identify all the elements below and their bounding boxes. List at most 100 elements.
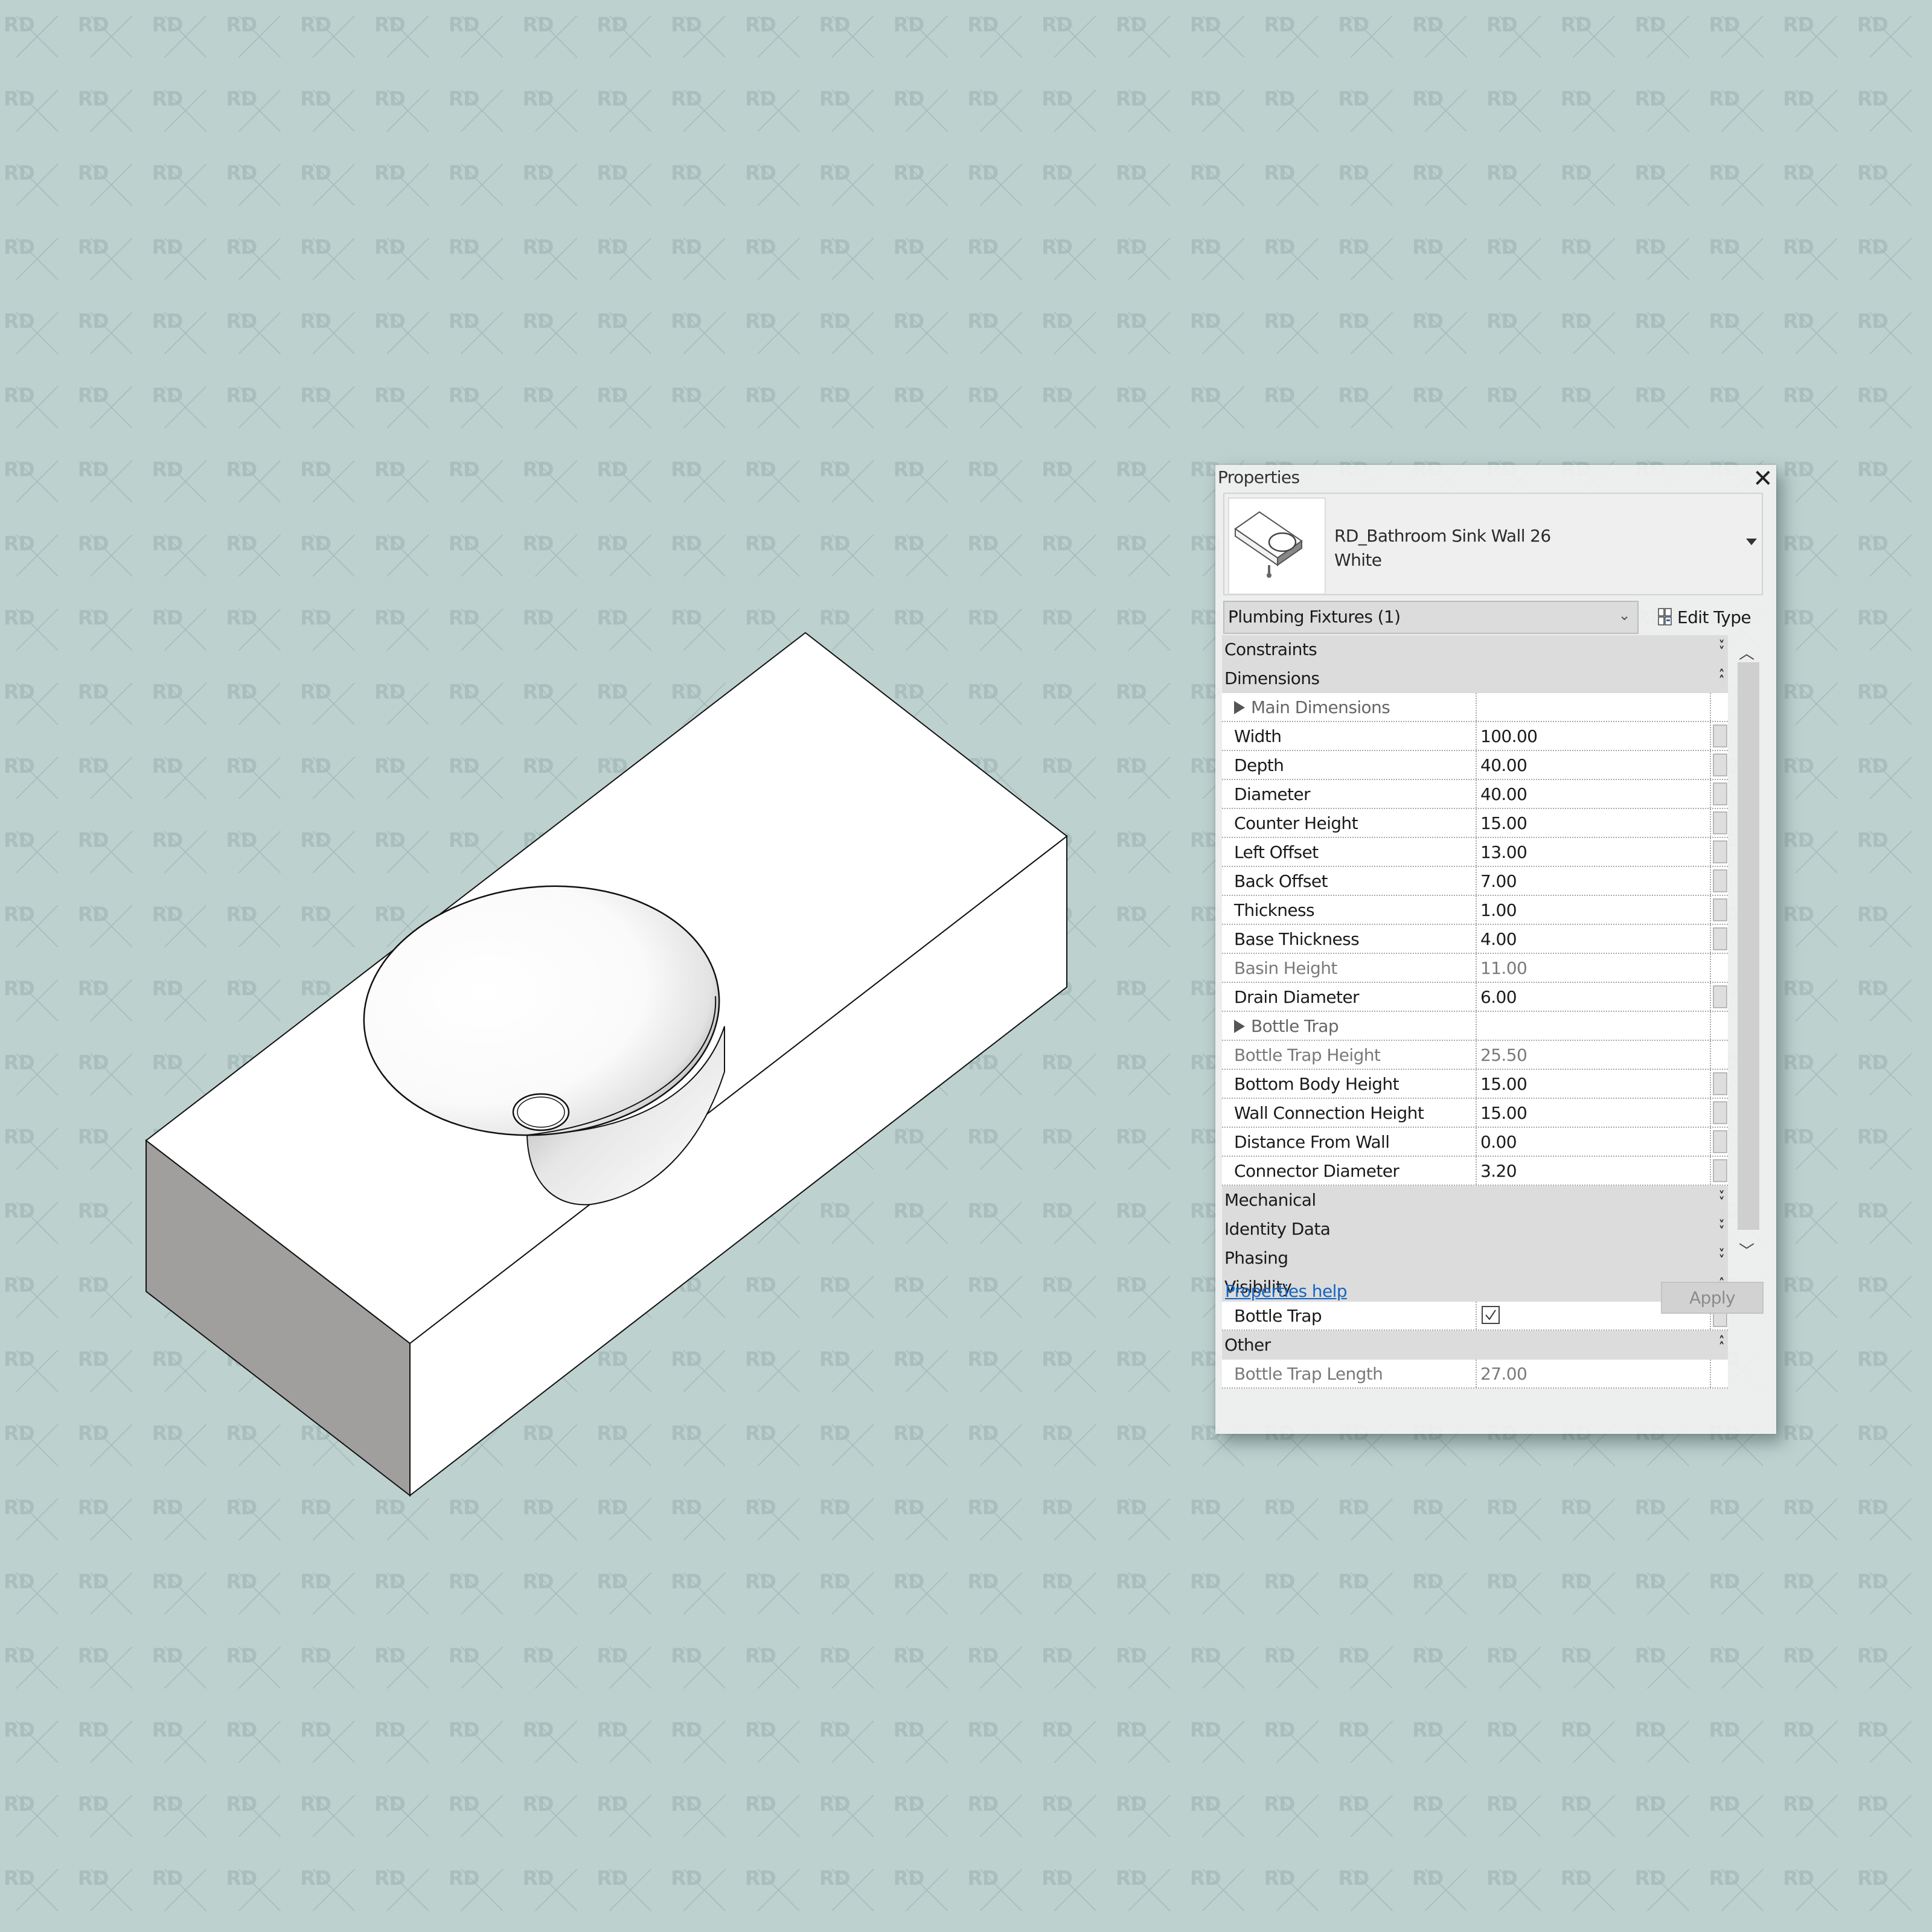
property-name: Thickness [1234, 900, 1315, 920]
scroll-down-icon[interactable]: ﹀ [1739, 1239, 1754, 1261]
property-value: 3.20 [1480, 1161, 1517, 1181]
group-label: Phasing [1224, 1248, 1288, 1268]
property-value: 40.00 [1480, 784, 1527, 804]
property-name-cell: Width [1222, 722, 1477, 750]
property-name-cell: Bottle Trap Height [1222, 1041, 1477, 1069]
property-name: Depth [1234, 755, 1284, 775]
scroll-up-icon[interactable]: ︿ [1739, 641, 1754, 664]
property-row: Thickness 1.00 [1222, 896, 1728, 925]
associate-parameter-button[interactable] [1713, 898, 1727, 921]
property-value: 40.00 [1480, 755, 1527, 775]
associate-parameter-button[interactable] [1713, 840, 1727, 863]
property-name-cell: Connector Diameter [1222, 1157, 1477, 1185]
group-dimensions[interactable]: Dimensions ˄ ˄ [1222, 664, 1728, 693]
property-value-cell: 25.50 [1478, 1041, 1724, 1069]
group-constraints[interactable]: Constraints ˅ ˅ [1222, 635, 1728, 664]
group-mechanical[interactable]: Mechanical ˅ ˅ [1222, 1186, 1728, 1215]
property-value: 0.00 [1480, 1132, 1517, 1152]
sink-model[interactable] [145, 632, 1068, 1497]
property-value-cell[interactable]: 13.00 [1478, 838, 1724, 866]
property-value-cell[interactable]: 6.00 [1478, 983, 1724, 1011]
associate-parameter-button[interactable] [1713, 1072, 1727, 1095]
property-value-cell: 11.00 [1478, 954, 1724, 982]
subgroup-label: Bottle Trap [1251, 1016, 1339, 1036]
edit-type-label: Edit Type [1677, 607, 1751, 627]
associate-parameter-button[interactable] [1713, 927, 1727, 950]
chevron-down-icon: ⌄ [1618, 607, 1630, 624]
expand-icon[interactable]: ˅ ˅ [1719, 1219, 1725, 1237]
type-name-line2: White [1334, 550, 1382, 570]
property-name-cell: Distance From Wall [1222, 1128, 1477, 1156]
associate-parameter-cell [1710, 838, 1728, 866]
associate-parameter-button[interactable] [1713, 1159, 1727, 1182]
expand-icon[interactable]: ˅ ˅ [1719, 639, 1725, 657]
type-name: RD_Bathroom Sink Wall 26 White [1334, 524, 1551, 572]
expand-triangle-icon[interactable] [1234, 701, 1245, 714]
property-value: 15.00 [1480, 1074, 1527, 1094]
properties-help-link[interactable]: Properties help [1225, 1281, 1348, 1301]
property-value: 13.00 [1480, 842, 1527, 862]
filter-value: Plumbing Fixtures (1) [1228, 607, 1401, 627]
property-value-cell[interactable]: 15.00 [1478, 809, 1724, 837]
associate-parameter-cell [1710, 780, 1728, 808]
property-name-cell: Base Thickness [1222, 925, 1477, 953]
property-value: 25.50 [1480, 1045, 1527, 1065]
subgroup-row[interactable]: Main Dimensions [1222, 693, 1728, 722]
property-name: Bottle Trap Length [1234, 1364, 1383, 1384]
caret-down-icon[interactable] [1746, 539, 1757, 545]
expand-triangle-icon[interactable] [1234, 1020, 1245, 1033]
property-value-cell[interactable]: 40.00 [1478, 780, 1724, 808]
property-value-cell[interactable]: 3.20 [1478, 1157, 1724, 1185]
associate-parameter-button[interactable] [1713, 811, 1727, 834]
property-row: Left Offset 13.00 [1222, 838, 1728, 867]
type-name-line1: RD_Bathroom Sink Wall 26 [1334, 526, 1551, 546]
group-label: Other [1224, 1335, 1271, 1355]
associate-parameter-button[interactable] [1713, 1101, 1727, 1124]
group-identity-data[interactable]: Identity Data ˅ ˅ [1222, 1215, 1728, 1244]
type-selector[interactable]: RD_Bathroom Sink Wall 26 White [1223, 493, 1763, 595]
collapse-icon[interactable]: ˄˄ [1719, 1335, 1725, 1353]
panel-scrollbar[interactable]: ︿ ﹀ [1730, 635, 1763, 1261]
group-other[interactable]: Other ˄ ˄ [1222, 1331, 1728, 1360]
property-value-cell[interactable]: 4.00 [1478, 925, 1724, 953]
property-value-cell[interactable]: 7.00 [1478, 867, 1724, 895]
property-name-cell: Wall Connection Height [1222, 1099, 1477, 1127]
property-value-cell[interactable]: 0.00 [1478, 1128, 1724, 1156]
associate-parameter-cell [1710, 1070, 1728, 1098]
group-label: Dimensions [1224, 668, 1320, 688]
collapse-icon[interactable]: ˄˄ [1719, 668, 1725, 686]
associate-parameter-button[interactable] [1713, 869, 1727, 892]
associate-parameter-button[interactable] [1713, 1130, 1727, 1153]
property-value: 1.00 [1480, 900, 1517, 920]
property-row: Basin Height 11.00 [1222, 954, 1728, 983]
instance-filter-dropdown[interactable]: Plumbing Fixtures (1) ⌄ [1223, 601, 1639, 634]
associate-parameter-button[interactable] [1713, 753, 1727, 776]
associate-parameter-button[interactable] [1713, 724, 1727, 747]
edit-type-button[interactable]: Edit Type [1658, 602, 1751, 632]
property-value: 11.00 [1480, 958, 1527, 978]
subgroup-row[interactable]: Bottle Trap [1222, 1012, 1728, 1041]
group-phasing[interactable]: Phasing ˅ ˅ [1222, 1244, 1728, 1273]
property-row: Depth 40.00 [1222, 751, 1728, 780]
associate-parameter-cell [1710, 1360, 1728, 1387]
expand-icon[interactable]: ˅ ˅ [1719, 1190, 1725, 1208]
scrollbar-thumb[interactable] [1738, 662, 1759, 1230]
property-name-cell: Depth [1222, 751, 1477, 779]
property-value: 7.00 [1480, 871, 1517, 891]
property-row: Bottom Body Height 15.00 [1222, 1070, 1728, 1099]
property-name-cell: Diameter [1222, 780, 1477, 808]
associate-parameter-button[interactable] [1713, 782, 1727, 805]
property-value-cell[interactable]: 15.00 [1478, 1099, 1724, 1127]
expand-icon[interactable]: ˅ ˅ [1719, 1248, 1725, 1266]
property-value-cell[interactable]: 15.00 [1478, 1070, 1724, 1098]
associate-parameter-cell [1710, 693, 1728, 721]
close-icon[interactable]: ✕ [1753, 465, 1773, 493]
property-value-cell[interactable]: 40.00 [1478, 751, 1724, 779]
checkbox[interactable] [1482, 1306, 1500, 1324]
associate-parameter-cell [1710, 809, 1728, 837]
property-value-cell[interactable]: 100.00 [1478, 722, 1724, 750]
associate-parameter-button[interactable] [1713, 985, 1727, 1008]
property-value-cell[interactable]: 1.00 [1478, 896, 1724, 924]
apply-button[interactable]: Apply [1661, 1282, 1764, 1314]
property-name-cell: Bottom Body Height [1222, 1070, 1477, 1098]
